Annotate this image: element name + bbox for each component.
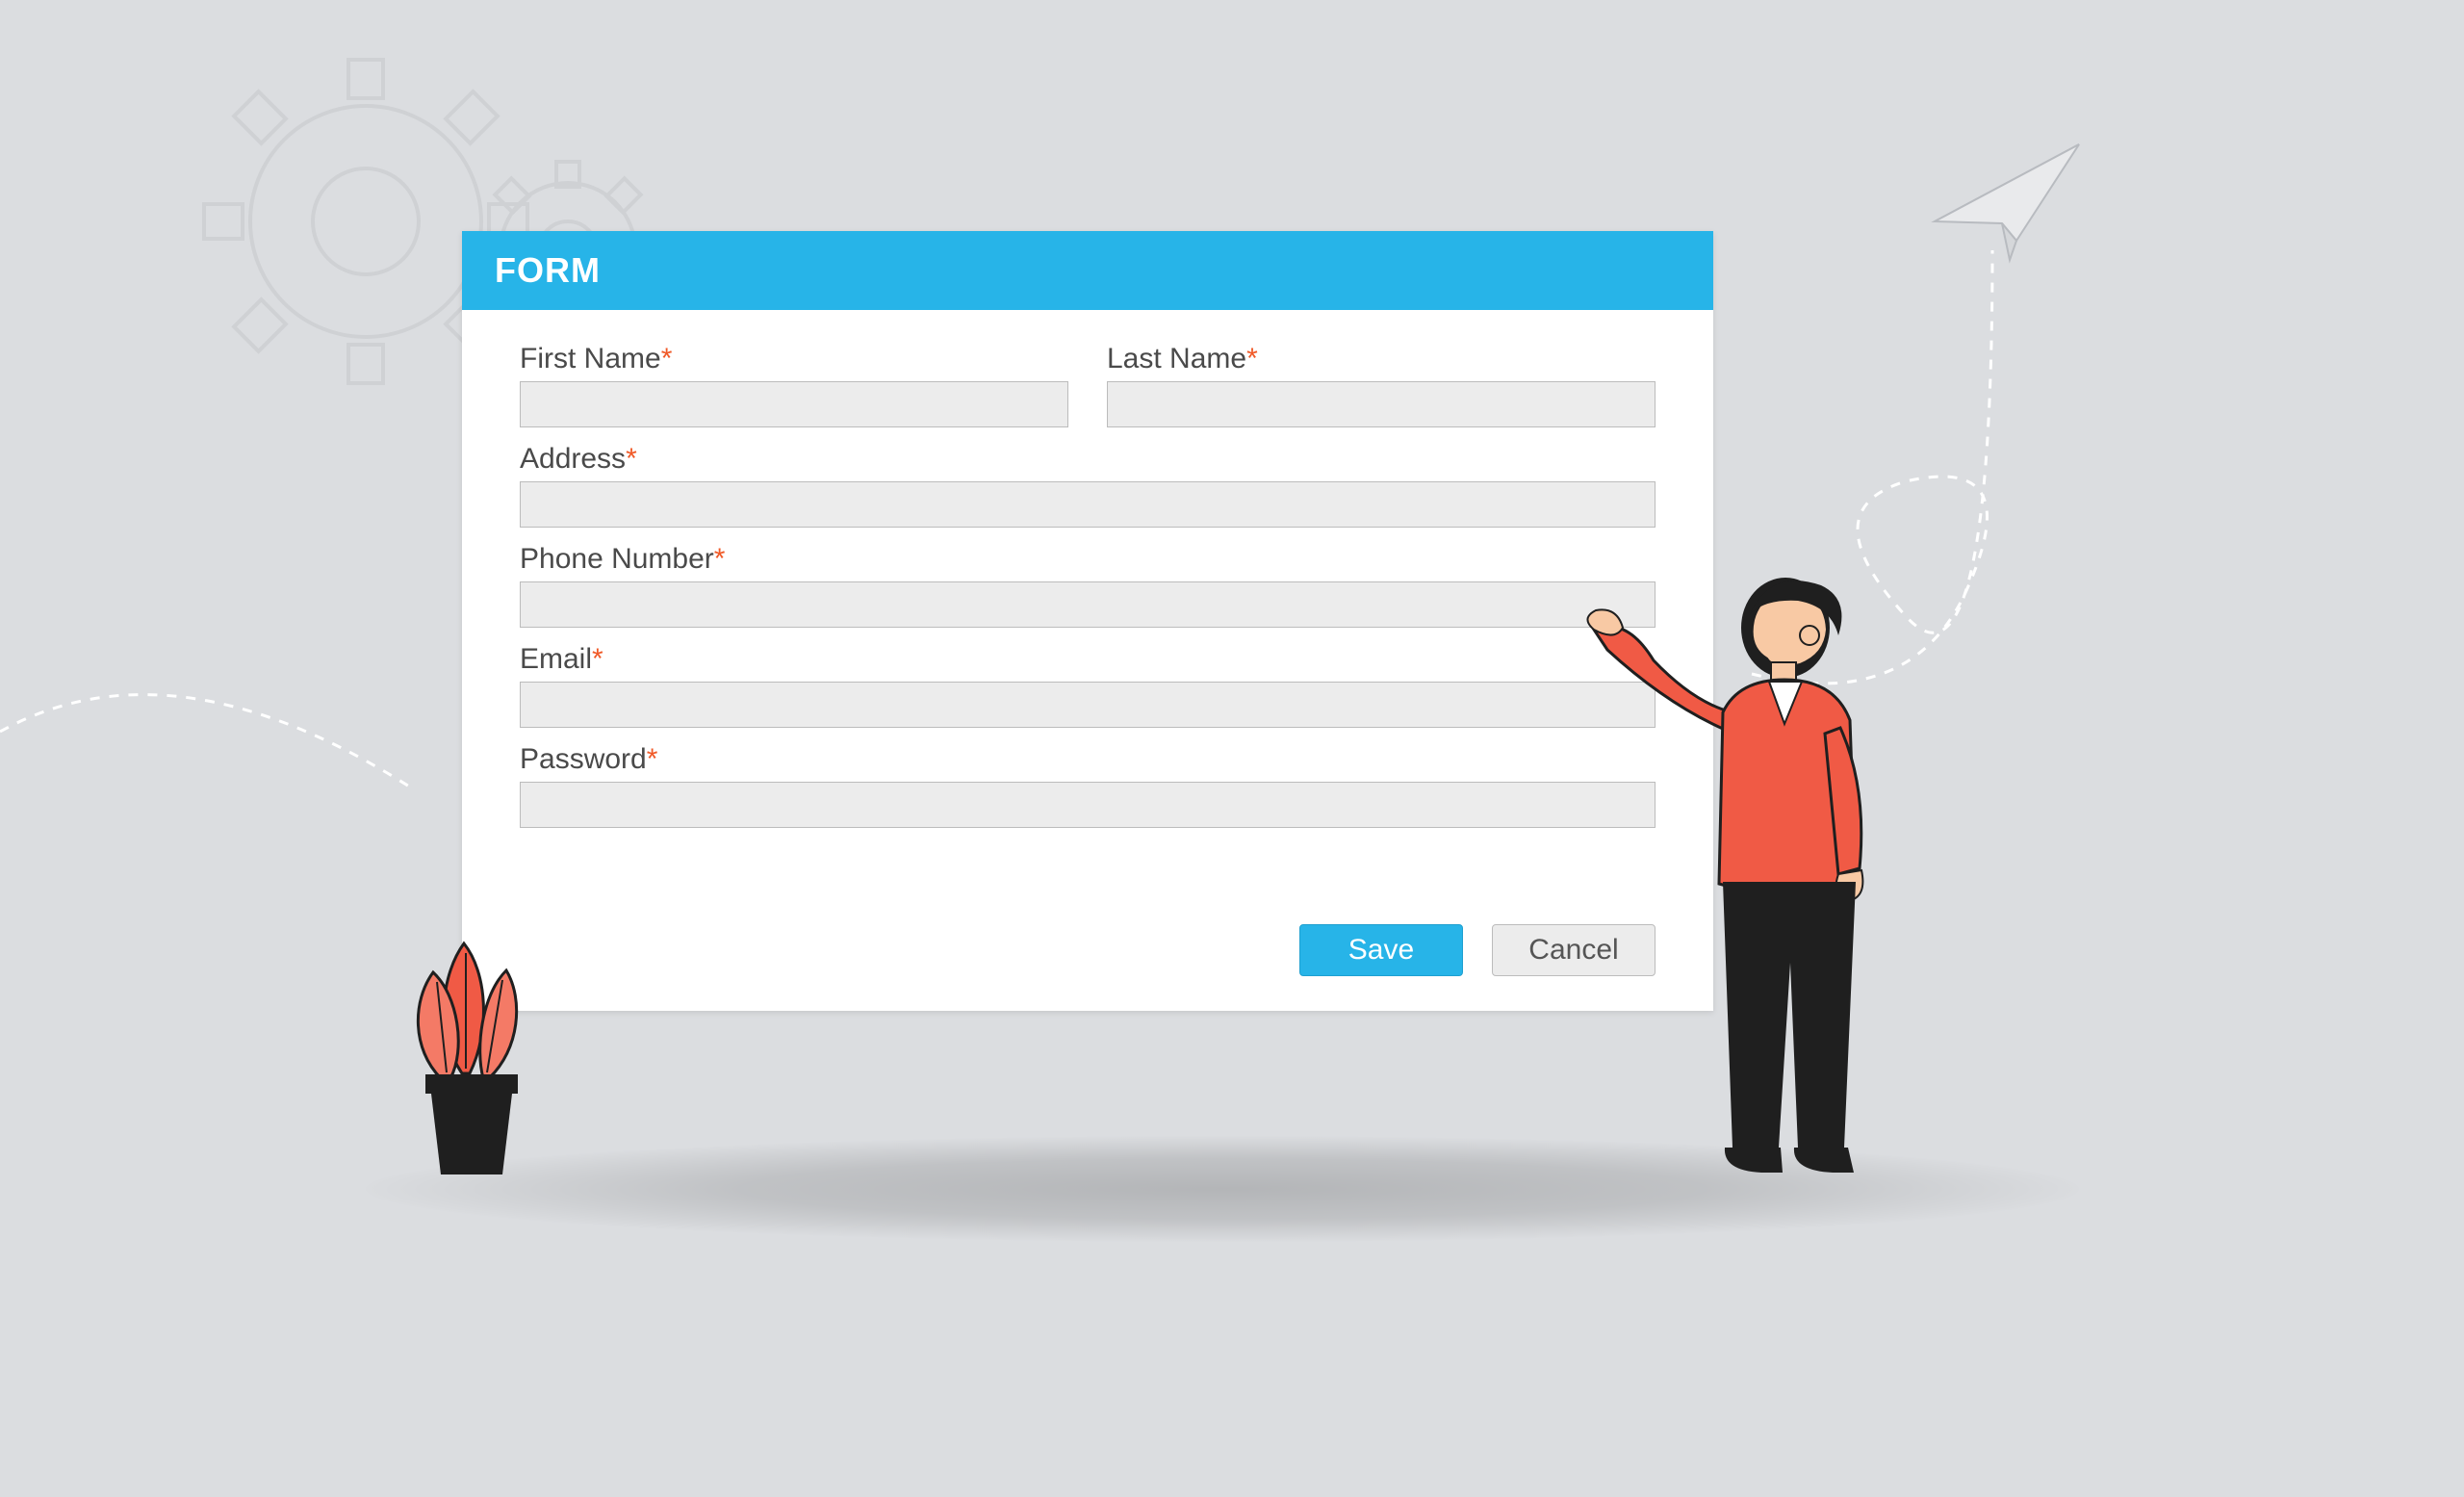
- email-label: Email*: [520, 643, 1656, 676]
- required-marker: *: [647, 743, 658, 775]
- form-title: FORM: [495, 250, 601, 290]
- form-body: First Name* Last Name* Address*: [462, 310, 1713, 866]
- field-email: Email*: [520, 643, 1656, 728]
- field-last-name: Last Name*: [1107, 343, 1656, 427]
- person-illustration: [1578, 558, 1925, 1213]
- last-name-label: Last Name*: [1107, 343, 1656, 375]
- password-label: Password*: [520, 743, 1656, 776]
- field-first-name: First Name*: [520, 343, 1068, 427]
- label-text: Last Name: [1107, 343, 1246, 374]
- form-actions: Save Cancel: [462, 866, 1713, 1011]
- field-phone: Phone Number*: [520, 543, 1656, 628]
- first-name-input[interactable]: [520, 381, 1068, 427]
- address-label: Address*: [520, 443, 1656, 476]
- label-text: Address: [520, 443, 626, 475]
- password-input[interactable]: [520, 782, 1656, 828]
- dashed-path: [0, 695, 414, 789]
- save-button[interactable]: Save: [1299, 924, 1463, 976]
- required-marker: *: [626, 443, 637, 475]
- paper-plane-icon: [1925, 135, 2098, 279]
- form-header: FORM: [462, 231, 1713, 310]
- label-text: Password: [520, 743, 647, 775]
- phone-input[interactable]: [520, 581, 1656, 628]
- first-name-label: First Name*: [520, 343, 1068, 375]
- last-name-input[interactable]: [1107, 381, 1656, 427]
- field-password: Password*: [520, 743, 1656, 828]
- address-input[interactable]: [520, 481, 1656, 528]
- phone-label: Phone Number*: [520, 543, 1656, 576]
- label-text: First Name: [520, 343, 661, 374]
- required-marker: *: [714, 543, 726, 575]
- email-input[interactable]: [520, 682, 1656, 728]
- required-marker: *: [592, 643, 603, 675]
- required-marker: *: [1246, 343, 1258, 374]
- plant-icon: [395, 924, 568, 1203]
- form-card: FORM First Name* Last Name*: [462, 231, 1713, 1011]
- label-text: Phone Number: [520, 543, 714, 575]
- label-text: Email: [520, 643, 592, 675]
- required-marker: *: [661, 343, 673, 374]
- field-address: Address*: [520, 443, 1656, 528]
